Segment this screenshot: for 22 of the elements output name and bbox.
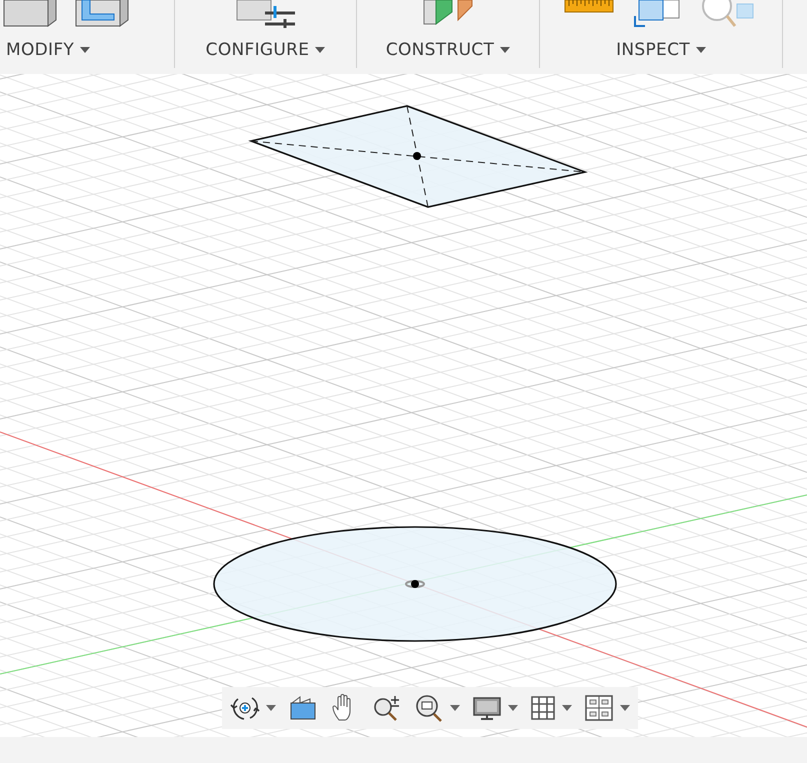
toolbar-menu[interactable]: MODIFY	[0, 40, 96, 68]
caret-icon[interactable]	[450, 705, 460, 711]
configure-icon[interactable]	[234, 0, 296, 30]
viewports-icon	[584, 694, 614, 722]
zoom-window-icon	[414, 693, 444, 723]
sketch-circle[interactable]	[213, 526, 617, 642]
caret-icon	[80, 47, 90, 53]
caret-icon	[696, 47, 706, 53]
caret-icon[interactable]	[508, 705, 518, 711]
caret-icon	[315, 47, 326, 53]
toolbar-menu[interactable]: CONSTRUCT	[380, 40, 516, 68]
toolbar-menu[interactable]: INSPECT	[610, 40, 712, 68]
caret-icon	[500, 47, 510, 53]
viewports-tool[interactable]	[582, 694, 632, 722]
toolbar-menu[interactable]: CONFIGURE	[200, 40, 332, 68]
caret-icon[interactable]	[266, 705, 276, 711]
caret-icon[interactable]	[620, 705, 630, 711]
caret-icon[interactable]	[562, 705, 572, 711]
sketch-rectangle[interactable]	[248, 105, 588, 208]
grid-icon	[530, 695, 556, 721]
grid-tool[interactable]	[528, 695, 574, 721]
zoom-icon	[372, 693, 402, 723]
